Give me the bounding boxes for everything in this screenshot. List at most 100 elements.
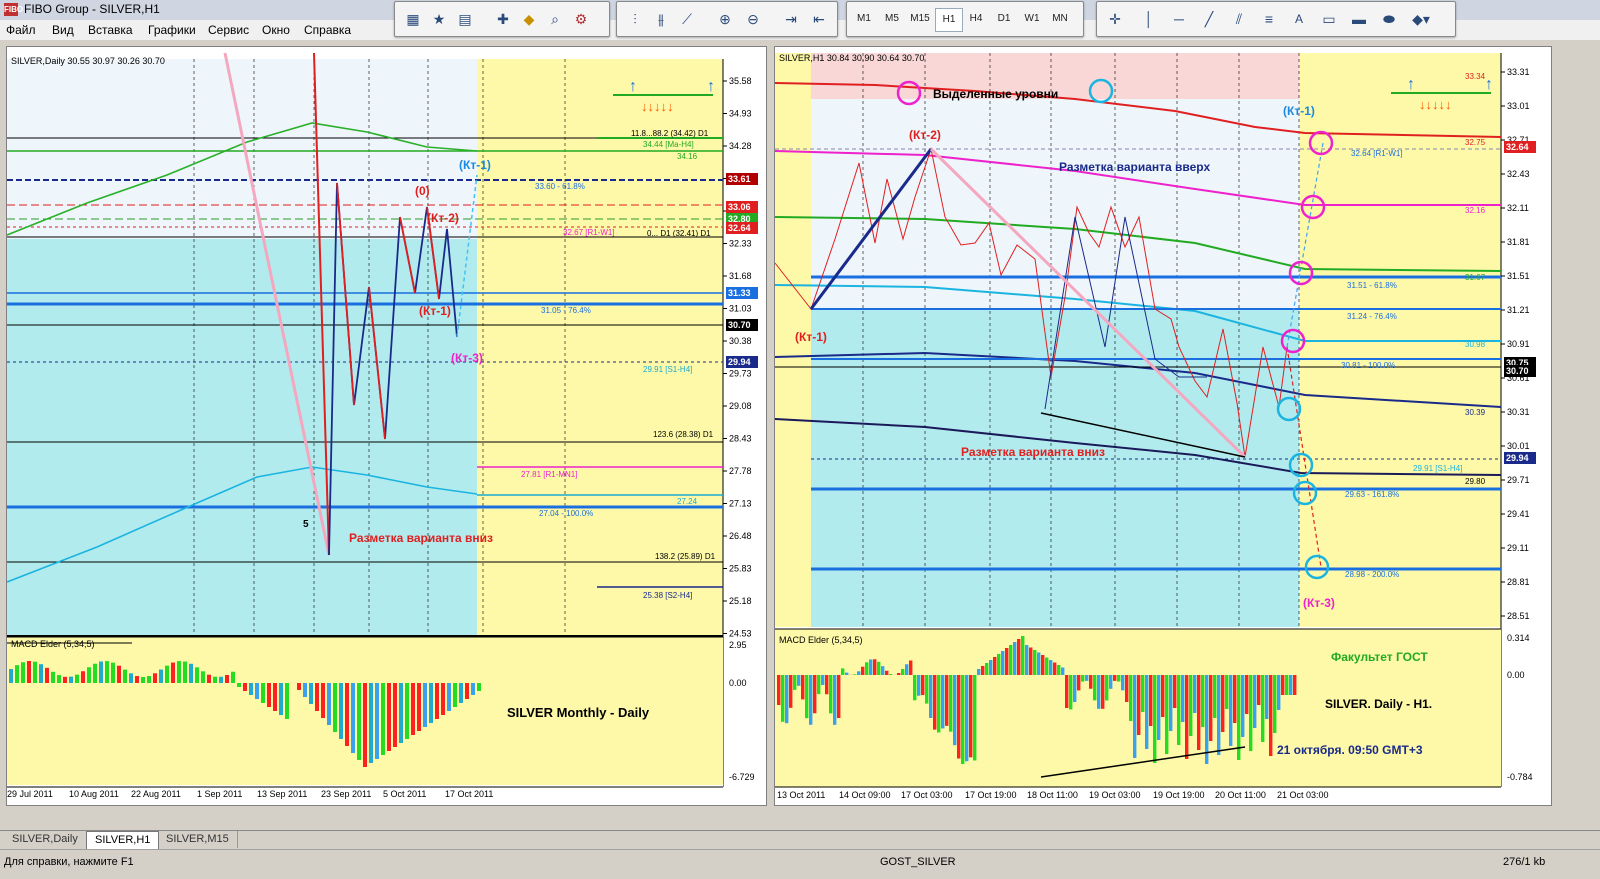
menu-view[interactable]: Вид [52,23,74,37]
candle-chart-icon[interactable]: ⫵ [649,8,673,30]
macd-tick-label: -0.784 [1507,772,1533,782]
timeframe-m15[interactable]: M15 [907,8,933,30]
macd-bar [285,683,289,719]
price-tick-label: 28.43 [729,434,752,444]
tab-silver-m15[interactable]: SILVER,M15 [158,831,238,848]
fibo-icon[interactable]: ≡ [1257,8,1281,30]
macd-bar [339,683,343,739]
bar-chart-icon[interactable]: ⫶ [623,8,647,30]
chart-window-silver-daily[interactable]: 35.5834.9334.2833.6132.9632.3331.6831.03… [6,46,767,806]
macd-bar [45,668,49,683]
tab-silver-daily[interactable]: SILVER,Daily [4,831,87,848]
timeframe-w1[interactable]: W1 [1019,8,1045,30]
macd-bar [857,671,860,675]
ellipse-icon[interactable]: ⬬ [1377,8,1401,30]
timeframe-mn[interactable]: MN [1047,8,1073,30]
macd-bar [881,666,884,675]
chart-shift-icon[interactable]: ⇤ [807,8,831,30]
macd-bar [69,677,73,683]
timeframe-h4[interactable]: H4 [963,8,989,30]
macd-bar [841,668,844,675]
level-label: 31.24 - 76.4% [1347,312,1397,321]
macd-bar [997,654,1000,675]
line-chart-icon[interactable]: ⟋ [675,8,699,30]
macd-bar [1113,675,1116,681]
macd-bar [1085,675,1088,681]
date-tick-label: 1 Sep 2011 [197,789,242,799]
level-label: 31.67 [1465,273,1486,282]
zoom-in-icon[interactable]: ⊕ [713,8,737,30]
macd-bar [435,683,439,719]
macd-bar [1057,665,1060,675]
macd-bar [1117,675,1120,682]
macd-bar [973,675,976,760]
text-icon[interactable]: A [1287,8,1311,30]
new-chart-icon[interactable]: ▦ [401,8,425,30]
macd-tick-label: 2.95 [729,640,747,650]
macd-bar [441,683,445,715]
label-icon[interactable]: ▭ [1317,8,1341,30]
market-watch-icon[interactable]: ▤ [453,8,477,30]
menu-help[interactable]: Справка [304,23,351,37]
price-tick-label: 29.08 [729,401,752,411]
autoscroll-icon[interactable]: ⇥ [779,8,803,30]
tab-silver-h1[interactable]: SILVER,H1 [86,831,159,849]
macd-bar [1241,675,1244,737]
macd-bar [327,683,331,725]
macd-bar [829,675,832,713]
macd-header: MACD Elder (5,34,5) [779,635,863,645]
profiles-icon[interactable]: ★ [427,8,451,30]
macd-bar [913,675,916,700]
macd-tick-label: 0.00 [729,678,747,688]
menu-file[interactable]: Файл [6,23,36,37]
price-tick-label: 25.18 [729,596,752,606]
macd-bar [207,675,211,683]
macd-bar [15,665,19,683]
macd-bar [1261,675,1264,742]
new-order-icon[interactable]: ✚ [491,8,515,30]
menu-insert[interactable]: Вставка [88,23,133,37]
macd-bar [135,676,139,683]
macd-bar [949,675,952,732]
channel-icon[interactable]: ⫽ [1227,8,1251,30]
menu-window[interactable]: Окно [262,23,290,37]
up-arrow-icon: ↑ [1407,76,1415,93]
timeframe-h1[interactable]: H1 [935,8,963,32]
macd-bar [1293,675,1296,695]
macd-bar [925,675,928,704]
search-icon[interactable]: ⌕ [543,8,567,30]
macd-bar [1013,642,1016,675]
price-tag: 29.94 [728,357,751,367]
daily-chart-canvas[interactable]: 35.5834.9334.2833.6132.9632.3331.6831.03… [7,47,766,805]
arrows-dropdown-icon[interactable]: ◆▾ [1409,8,1433,30]
price-tag: 29.94 [1506,453,1529,463]
timeframe-m1[interactable]: M1 [851,8,877,30]
menu-charts[interactable]: Графики [148,23,196,37]
date-tick-label: 20 Oct 11:00 [1215,790,1266,800]
chart-window-silver-h1[interactable]: SILVER,H1 30.84 30.90 30.64 30.7033.3133… [774,46,1552,806]
settings-icon[interactable]: ⚙ [569,8,593,30]
vertical-line-icon[interactable]: │ [1137,8,1161,30]
macd-bar [1029,648,1032,676]
macd-bar [81,671,85,683]
macd-bar [1233,675,1236,723]
horizontal-line-icon[interactable]: ─ [1167,8,1191,30]
macd-bar [809,675,812,725]
macd-bar [1093,675,1096,700]
macd-bar [905,664,908,675]
date-tick-label: 17 Oct 19:00 [965,790,1017,800]
timeframe-m5[interactable]: M5 [879,8,905,30]
zoom-out-icon[interactable]: ⊖ [741,8,765,30]
crosshair-icon[interactable]: ✛ [1103,8,1127,30]
macd-bar [917,675,920,696]
menu-tools[interactable]: Сервис [208,23,249,37]
timeframe-d1[interactable]: D1 [991,8,1017,30]
price-tick-label: 30.01 [1507,441,1530,451]
rectangle-icon[interactable]: ▬ [1347,8,1371,30]
macd-bar [375,683,379,759]
macd-bar [1165,675,1168,754]
h1-chart-canvas[interactable]: SILVER,H1 30.84 30.90 30.64 30.7033.3133… [775,47,1551,805]
alert-icon[interactable]: ◆ [517,8,541,30]
trendline-icon[interactable]: ╱ [1197,8,1221,30]
macd-bar [9,669,13,683]
